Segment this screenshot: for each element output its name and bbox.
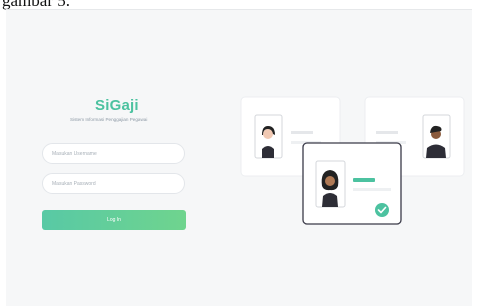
employee-cards-illustration — [240, 96, 465, 225]
check-icon — [375, 203, 389, 217]
